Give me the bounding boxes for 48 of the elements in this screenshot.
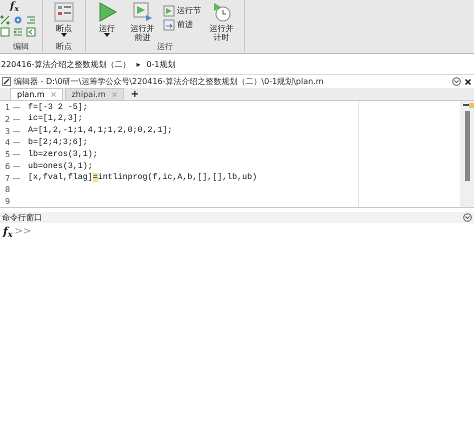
- toolbar-section-label: 运行: [157, 42, 173, 52]
- toolbar-section-label: 断点: [56, 42, 72, 52]
- line-number: 2 —: [4, 114, 22, 126]
- code-line: f=[-3 2 -5];: [28, 102, 88, 114]
- line-number: 5 —: [4, 149, 22, 162]
- fx-icon[interactable]: f$_{x}$: [3, 225, 13, 238]
- line-number: 4 —: [4, 137, 22, 150]
- line-number: 3 —: [4, 126, 22, 138]
- toolbar-button[interactable]: 前进: [163, 19, 201, 31]
- editor-tab[interactable]: plan.m: [10, 88, 63, 100]
- fx-icon[interactable]: f$_{x}$: [10, 1, 19, 13]
- line-number: 9: [4, 196, 12, 208]
- menu-icon[interactable]: [463, 213, 472, 222]
- line-number: 8: [4, 184, 12, 196]
- toolbar-button[interactable]: 运行节: [163, 5, 201, 17]
- outdent-icon[interactable]: [26, 27, 36, 37]
- command-prompt: >>: [14, 225, 32, 238]
- line-number: 6 —: [4, 160, 22, 173]
- add-tab-button[interactable]: +: [126, 88, 144, 100]
- code-line: A=[1,2,-1;1,4,1;1,2,0;0,2,1];: [28, 125, 172, 138]
- toolbar-button[interactable]: 运行并前进: [126, 1, 159, 42]
- advance-icon: [163, 19, 175, 31]
- editor-tab[interactable]: zhipai.m: [64, 88, 124, 100]
- toolbar-section-label: 编辑: [13, 42, 29, 52]
- line-number: 7 —: [4, 172, 22, 185]
- toolbar-button[interactable]: 断点: [49, 1, 79, 37]
- toolbar-button[interactable]: 运行并计时: [205, 1, 238, 42]
- code-line: [x,fval,flag]=intlinprog(f,ic,A,b,[],[],lb,ub): [28, 172, 258, 184]
- line-number: 1 —: [4, 102, 22, 114]
- percent-icon[interactable]: [0, 15, 10, 25]
- breadcrumb-item[interactable]: 220416-算法介绍之整数规划（二）: [1, 59, 130, 71]
- code-line: b=[2;4;3;6];: [28, 137, 88, 150]
- close-icon[interactable]: [464, 78, 472, 86]
- indent-icon[interactable]: [26, 15, 36, 25]
- code-line: ub=ones(3,1);: [28, 160, 93, 173]
- panel-title: 命令行窗口: [2, 212, 42, 224]
- scrollbar[interactable]: [460, 101, 474, 207]
- gear-icon[interactable]: [13, 15, 23, 25]
- block-icon[interactable]: [0, 27, 10, 37]
- menu-icon[interactable]: [452, 77, 461, 86]
- code-line: ic=[1,2,3];: [28, 113, 83, 126]
- code-line: lb=zeros(3,1);: [28, 148, 98, 161]
- indent-icon[interactable]: [13, 27, 23, 37]
- toolbar-button[interactable]: 运行: [92, 1, 122, 42]
- breadcrumb-separator: ▸: [136, 59, 140, 71]
- editor-title: 编辑器 - D:\0研一\运筹学公众号\220416-算法介绍之整数规划（二）\0-1规划\plan.m: [14, 76, 324, 88]
- breadcrumb-item[interactable]: 0-1规划: [146, 59, 176, 71]
- play-section-icon: [163, 5, 175, 17]
